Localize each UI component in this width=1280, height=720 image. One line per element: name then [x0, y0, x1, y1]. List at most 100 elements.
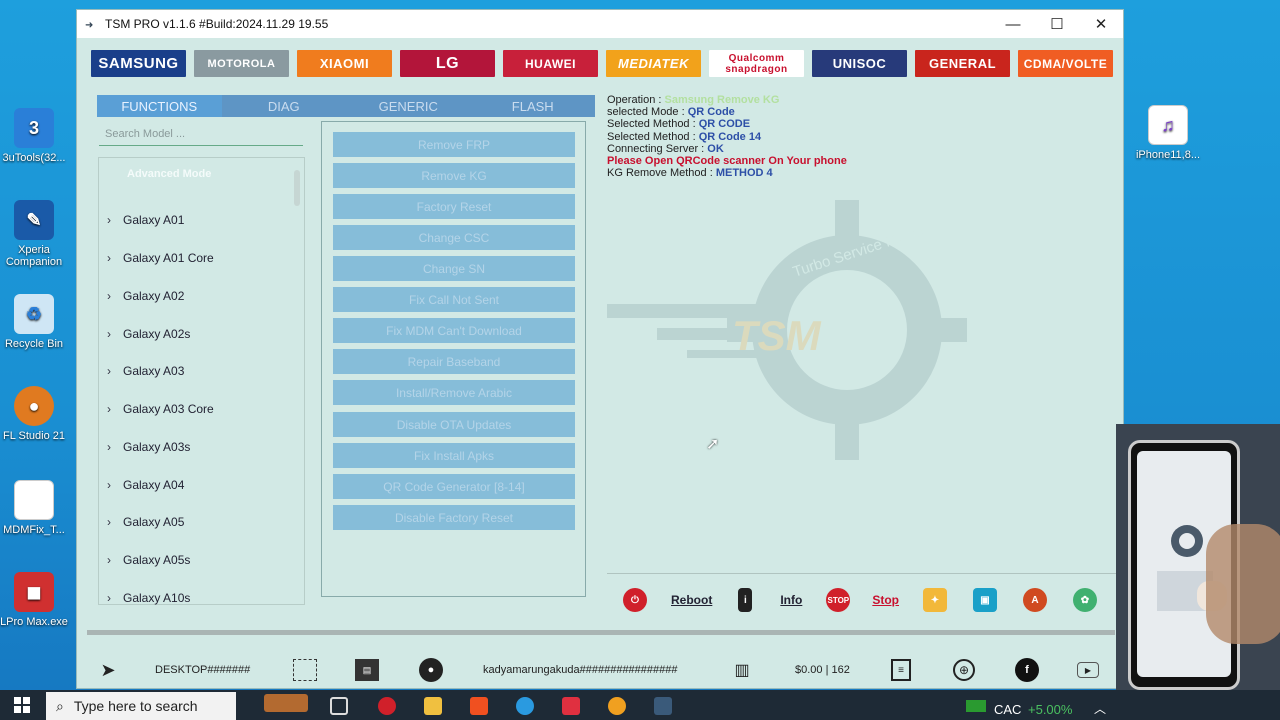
brand-huawei-button[interactable]: HUAWEI [503, 50, 598, 77]
app-logo-icon: ➜ [85, 20, 94, 31]
taskbar-search[interactable]: ⌕ Type here to search [46, 692, 236, 720]
brand-samsung-button[interactable]: SAMSUNG [91, 50, 186, 77]
change-csc-button[interactable]: Change CSC [333, 225, 575, 250]
model-item[interactable]: › Galaxy A01 Core [107, 251, 214, 265]
close-button[interactable]: ✕ [1079, 10, 1123, 38]
model-item[interactable]: › Galaxy A02 [107, 289, 184, 303]
stop-button[interactable]: Stop [872, 593, 899, 607]
desktop-icon-mdmfix[interactable]: MDMFix_T... [0, 480, 70, 536]
computer-name: DESKTOP####### [155, 664, 251, 676]
youtube-icon[interactable]: ▶ [1077, 662, 1099, 678]
clean-broom-icon[interactable]: ✦ [923, 588, 947, 612]
screenshot-icon[interactable] [293, 659, 317, 681]
windows-start-icon[interactable] [14, 697, 30, 713]
tsm-taskbar-icon[interactable] [654, 697, 672, 715]
install-remove-arabic-button[interactable]: Install/Remove Arabic [333, 380, 575, 405]
change-sn-button[interactable]: Change SN [333, 256, 575, 281]
webcam-phone-overlay [1116, 424, 1280, 692]
model-item[interactable]: › Galaxy A05s [107, 553, 190, 567]
pointer-icon[interactable]: ➤ [97, 660, 119, 681]
screen-tool-icon[interactable]: ▣ [973, 588, 997, 612]
model-list: Advanced Mode › Galaxy A01 › Galaxy A01 Co… [98, 157, 305, 605]
repair-baseband-button[interactable]: Repair Baseband [333, 349, 575, 374]
model-item[interactable]: › Galaxy A10s [107, 591, 190, 605]
desktop-icon-xperia[interactable]: ✎ Xperia Companion [0, 200, 70, 268]
phone-info-icon[interactable]: i [738, 588, 753, 612]
telegram-icon[interactable] [516, 697, 534, 715]
settings-wheel-icon[interactable]: ✿ [1073, 588, 1097, 612]
fix-install-apks-button[interactable]: Fix Install Apks [333, 443, 575, 468]
tab-flash[interactable]: FLASH [471, 95, 596, 117]
info-button[interactable]: Info [780, 593, 802, 607]
stock-ticker: CAC [994, 702, 1022, 717]
desktop-icon-3utools[interactable]: 3 3uTools(32... [0, 108, 70, 164]
anydesk-icon[interactable] [562, 697, 580, 715]
stop-sign-icon[interactable]: STOP [826, 588, 851, 612]
brand-xiaomi-button[interactable]: XIAOMI [297, 50, 392, 77]
fix-call-not-sent-button[interactable]: Fix Call Not Sent [333, 287, 575, 312]
balance: $0.00 | 162 [795, 664, 850, 676]
task-view-icon[interactable] [330, 697, 348, 715]
desktop-icon-fl-studio[interactable]: ● FL Studio 21 [0, 386, 70, 442]
tab-diag[interactable]: DIAG [222, 95, 347, 117]
facebook-icon[interactable]: f [1015, 658, 1039, 682]
search-model-input[interactable]: Search Model ... [99, 126, 303, 146]
window-title: TSM PRO v1.1.6 #Build:2024.11.29 19.55 [105, 17, 329, 31]
remove-kg-button[interactable]: Remove KG [333, 163, 575, 188]
file-explorer-icon[interactable] [424, 697, 442, 715]
model-item[interactable]: › Galaxy A05 [107, 515, 184, 529]
tab-generic[interactable]: GENERIC [346, 95, 471, 117]
brand-mediatek-button[interactable]: MEDIATEK [606, 50, 701, 77]
desktop-icon-recycle-bin[interactable]: ♻ Recycle Bin [0, 294, 70, 350]
chevron-right-icon: › [107, 251, 111, 265]
factory-reset-button[interactable]: Factory Reset [333, 194, 575, 219]
model-list-scrollbar[interactable] [294, 170, 300, 206]
model-item[interactable]: › Galaxy A03 Core [107, 402, 214, 416]
desktop-icon-ipsw[interactable]: ♫ iPhone11,8... [1132, 105, 1204, 161]
app-icon[interactable] [608, 697, 626, 715]
log-warning: Please Open QRCode scanner On Your phone [607, 155, 847, 168]
function-buttons-panel: Remove FRP Remove KG Factory Reset Chang… [321, 121, 586, 597]
brand-motorola-button[interactable]: MOTOROLA [194, 50, 289, 77]
model-item[interactable]: › Galaxy A03s [107, 440, 190, 454]
taskbar-wallpaper-thumb[interactable] [264, 694, 308, 712]
disable-ota-updates-button[interactable]: Disable OTA Updates [333, 412, 575, 437]
brand-qualcomm-button[interactable]: Qualcomm snapdragon [709, 50, 804, 77]
power-icon[interactable]: ⏻ [623, 588, 647, 612]
maximize-button[interactable]: ☐ [1035, 10, 1079, 38]
user-icon[interactable]: ● [419, 658, 443, 682]
desktop-icon-lpro[interactable]: ◼ LPro Max.exe [0, 572, 70, 628]
notes-icon[interactable]: ≡ [891, 659, 911, 681]
model-item[interactable]: › Galaxy A02s [107, 327, 190, 341]
translate-icon[interactable]: A [1023, 588, 1047, 612]
brave-icon[interactable] [470, 697, 488, 715]
recycle-bin-icon: ♻ [14, 294, 54, 334]
brand-general-button[interactable]: GENERAL [915, 50, 1010, 77]
chevron-right-icon: › [107, 289, 111, 303]
minimize-button[interactable]: — [991, 10, 1035, 38]
brand-unisoc-button[interactable]: UNISOC [812, 50, 907, 77]
action-separator [607, 573, 1117, 574]
tab-functions[interactable]: FUNCTIONS [97, 95, 222, 117]
opera-icon[interactable] [378, 697, 396, 715]
log-method-2: Selected Method : QR Code 14 [607, 130, 762, 143]
remove-frp-button[interactable]: Remove FRP [333, 132, 575, 157]
model-item[interactable]: › Galaxy A04 [107, 478, 184, 492]
disable-factory-reset-button[interactable]: Disable Factory Reset [333, 505, 575, 530]
chevron-right-icon: › [107, 364, 111, 378]
reboot-button[interactable]: Reboot [671, 593, 712, 607]
3utools-icon: 3 [14, 108, 54, 148]
globe-icon[interactable]: ⊕ [953, 659, 975, 681]
brand-lg-button[interactable]: LG [400, 50, 495, 77]
credits-icon[interactable]: ▥ [731, 660, 753, 680]
model-item[interactable]: › Galaxy A03 [107, 364, 184, 378]
tray-chevron-up-icon[interactable]: ︿ [1094, 700, 1106, 717]
server-icon[interactable]: ▤ [355, 659, 379, 681]
fl-studio-icon: ● [14, 386, 54, 426]
brand-cdma-volte-button[interactable]: CDMA/VOLTE [1018, 50, 1113, 77]
qr-code-generator-button[interactable]: QR Code Generator [8-14] [333, 474, 575, 499]
fix-mdm-download-button[interactable]: Fix MDM Can't Download [333, 318, 575, 343]
log-method-1: Selected Method : QR CODE [607, 118, 751, 131]
model-item[interactable]: › Galaxy A01 [107, 213, 184, 227]
chevron-right-icon: › [107, 515, 111, 529]
